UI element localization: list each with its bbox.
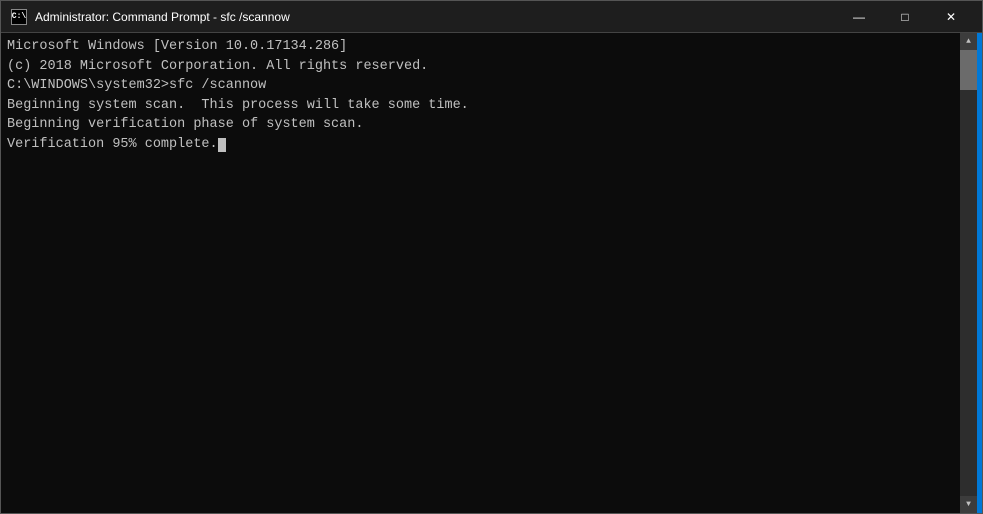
scrollbar-thumb[interactable] xyxy=(960,50,977,90)
scroll-down-button[interactable]: ▼ xyxy=(960,496,977,513)
close-button[interactable]: ✕ xyxy=(928,1,974,33)
title-bar-left: C:\ Administrator: Command Prompt - sfc … xyxy=(11,9,290,25)
terminal-container: Microsoft Windows [Version 10.0.17134.28… xyxy=(1,33,982,513)
terminal-line: Beginning system scan. This process will… xyxy=(7,96,954,116)
maximize-button[interactable]: □ xyxy=(882,1,928,33)
terminal-line: Verification 95% complete. xyxy=(7,135,954,155)
title-bar-controls: — □ ✕ xyxy=(836,1,974,33)
command-prompt-window: C:\ Administrator: Command Prompt - sfc … xyxy=(0,0,983,514)
scroll-up-button[interactable]: ▲ xyxy=(960,33,977,50)
cmd-icon: C:\ xyxy=(11,9,27,25)
terminal-content[interactable]: Microsoft Windows [Version 10.0.17134.28… xyxy=(1,33,960,513)
window-title: Administrator: Command Prompt - sfc /sca… xyxy=(35,10,290,24)
scrollbar[interactable]: ▲ ▼ xyxy=(960,33,977,513)
terminal-line: (c) 2018 Microsoft Corporation. All righ… xyxy=(7,57,954,77)
minimize-button[interactable]: — xyxy=(836,1,882,33)
title-bar: C:\ Administrator: Command Prompt - sfc … xyxy=(1,1,982,33)
scrollbar-thumb-area xyxy=(960,50,977,496)
terminal-line: Beginning verification phase of system s… xyxy=(7,115,954,135)
terminal-line: Microsoft Windows [Version 10.0.17134.28… xyxy=(7,37,954,57)
terminal-line: C:\WINDOWS\system32>sfc /scannow xyxy=(7,76,954,96)
cursor xyxy=(218,138,226,152)
right-border-accent xyxy=(977,33,982,513)
